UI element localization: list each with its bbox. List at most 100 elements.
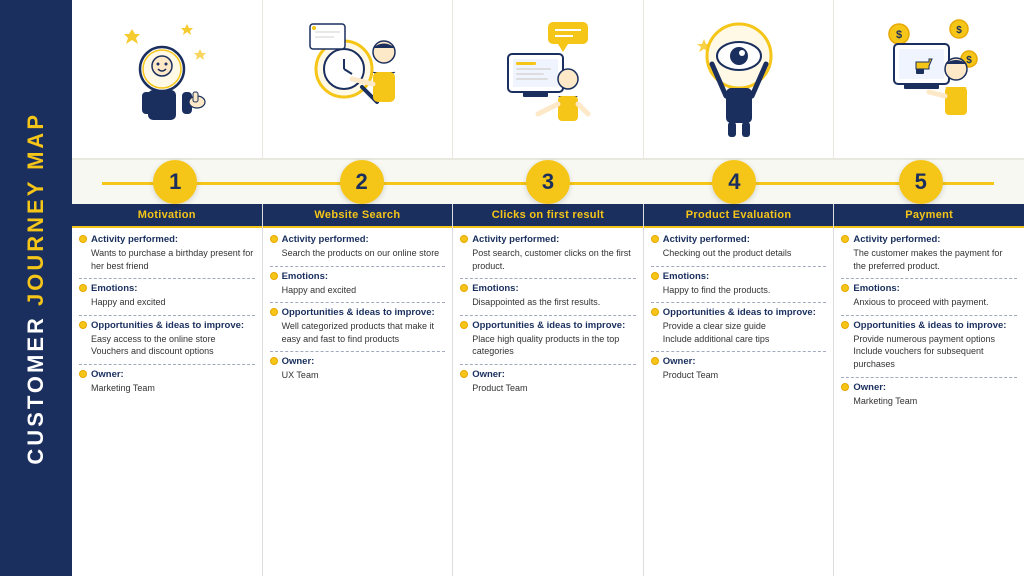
- col-5-owner-body: Marketing Team: [841, 395, 1017, 408]
- col-5-opportunities: Opportunities & ideas to improve: Provid…: [841, 320, 1017, 371]
- dot: [79, 321, 87, 329]
- col-2-owner-body: UX Team: [270, 369, 446, 382]
- col-5-activity: Activity performed: The customer makes t…: [841, 234, 1017, 272]
- step-5: 5: [899, 160, 943, 204]
- col-5-emotions-body: Anxious to proceed with payment.: [841, 296, 1017, 309]
- col-1-emotions: Emotions: Happy and excited: [79, 283, 255, 309]
- col-2-activity-body: Search the products on our online store: [270, 247, 446, 260]
- dot: [460, 370, 468, 378]
- dot: [841, 235, 849, 243]
- dot: [79, 284, 87, 292]
- col-4-opp-body: Provide a clear size guide Include addit…: [651, 320, 827, 345]
- dot: [460, 235, 468, 243]
- col-4-opportunities: Opportunities & ideas to improve: Provid…: [651, 307, 827, 345]
- col-1-emotions-title: Emotions:: [79, 283, 255, 294]
- col-2-emotions: Emotions: Happy and excited: [270, 271, 446, 297]
- step-4: 4: [712, 160, 756, 204]
- col-4-body: Activity performed: Checking out the pro…: [644, 228, 834, 576]
- column-1: Motivation Activity performed: Wants to …: [72, 204, 263, 576]
- col-2-header: Website Search: [263, 204, 453, 228]
- sidebar-label-journey: JOURNEY MAP: [23, 112, 48, 306]
- col-1-activity-body: Wants to purchase a birthday present for…: [79, 247, 255, 272]
- column-2: Website Search Activity performed: Searc…: [263, 204, 454, 576]
- col-2-opportunities: Opportunities & ideas to improve: Well c…: [270, 307, 446, 345]
- col-2-body: Activity performed: Search the products …: [263, 228, 453, 576]
- sidebar-label-customer: CUSTOMER: [23, 306, 48, 465]
- dot: [460, 321, 468, 329]
- col-3-opp-body: Place high quality products in the top c…: [460, 333, 636, 358]
- col-5-emotions: Emotions: Anxious to proceed with paymen…: [841, 283, 1017, 309]
- steps-row: 1 2 3 4 5: [72, 160, 1024, 204]
- col-2-opp-body: Well categorized products that make it e…: [270, 320, 446, 345]
- col-3-activity-body: Post search, customer clicks on the firs…: [460, 247, 636, 272]
- col-1-owner-title: Owner:: [79, 369, 255, 380]
- col-5-header: Payment: [834, 204, 1024, 228]
- col-3-header: Clicks on first result: [453, 204, 643, 228]
- col-3-body: Activity performed: Post search, custome…: [453, 228, 643, 576]
- col-1-owner-body: Marketing Team: [79, 382, 255, 395]
- col-2-emotions-body: Happy and excited: [270, 284, 446, 297]
- col-3-opportunities: Opportunities & ideas to improve: Place …: [460, 320, 636, 358]
- col-1-body: Activity performed: Wants to purchase a …: [72, 228, 262, 576]
- dot: [270, 308, 278, 316]
- column-3: Clicks on first result Activity performe…: [453, 204, 644, 576]
- step-1: 1: [153, 160, 197, 204]
- dot: [841, 321, 849, 329]
- illustrations-row: $ $ $: [72, 0, 1024, 160]
- dot: [460, 284, 468, 292]
- col-1-opportunities: Opportunities & ideas to improve: Easy a…: [79, 320, 255, 358]
- col-1-owner: Owner: Marketing Team: [79, 369, 255, 395]
- col-4-activity: Activity performed: Checking out the pro…: [651, 234, 827, 260]
- illustration-3: [453, 0, 644, 158]
- col-1-activity-title: Activity performed:: [79, 234, 255, 245]
- dot: [270, 357, 278, 365]
- col-3-owner: Owner: Product Team: [460, 369, 636, 395]
- dot: [651, 308, 659, 316]
- step-items: 1 2 3 4 5: [82, 160, 1014, 204]
- step-3: 3: [526, 160, 570, 204]
- col-2-activity: Activity performed: Search the products …: [270, 234, 446, 260]
- dot: [841, 383, 849, 391]
- step-2: 2: [340, 160, 384, 204]
- column-5: Payment Activity performed: The customer…: [834, 204, 1024, 576]
- col-5-body: Activity performed: The customer makes t…: [834, 228, 1024, 576]
- col-5-opp-body: Provide numerous payment options Include…: [841, 333, 1017, 371]
- col-3-emotions-body: Disappointed as the first results.: [460, 296, 636, 309]
- main-content: $ $ $: [72, 0, 1024, 576]
- svg-text:$: $: [896, 29, 902, 41]
- dot: [841, 284, 849, 292]
- col-3-activity: Activity performed: Post search, custome…: [460, 234, 636, 272]
- illustration-4: [644, 0, 835, 158]
- col-3-owner-body: Product Team: [460, 382, 636, 395]
- col-4-owner-body: Product Team: [651, 369, 827, 382]
- col-5-activity-body: The customer makes the payment for the p…: [841, 247, 1017, 272]
- col-4-emotions-body: Happy to find the products.: [651, 284, 827, 297]
- columns-row: Motivation Activity performed: Wants to …: [72, 204, 1024, 576]
- col-4-header: Product Evaluation: [644, 204, 834, 228]
- col-1-emotions-body: Happy and excited: [79, 296, 255, 309]
- col-5-owner: Owner: Marketing Team: [841, 382, 1017, 408]
- illustration-2: [263, 0, 454, 158]
- dot: [651, 357, 659, 365]
- dot: [651, 235, 659, 243]
- col-4-activity-body: Checking out the product details: [651, 247, 827, 260]
- illustration-1: [72, 0, 263, 158]
- col-1-activity: Activity performed: Wants to purchase a …: [79, 234, 255, 272]
- dot: [79, 235, 87, 243]
- dot: [270, 272, 278, 280]
- col-3-emotions: Emotions: Disappointed as the first resu…: [460, 283, 636, 309]
- dot: [651, 272, 659, 280]
- col-1-opp-title: Opportunities & ideas to improve:: [79, 320, 255, 331]
- column-4: Product Evaluation Activity performed: C…: [644, 204, 835, 576]
- dot: [79, 370, 87, 378]
- sidebar-title: CUSTOMER JOURNEY MAP: [24, 112, 48, 465]
- col-2-owner: Owner: UX Team: [270, 356, 446, 382]
- col-1-header: Motivation: [72, 204, 262, 228]
- col-1-opp-body: Easy access to the online store Vouchers…: [79, 333, 255, 358]
- svg-text:$: $: [966, 55, 972, 66]
- svg-text:$: $: [956, 25, 962, 36]
- dot: [270, 235, 278, 243]
- illustration-5: $ $ $: [834, 0, 1024, 158]
- col-4-emotions: Emotions: Happy to find the products.: [651, 271, 827, 297]
- col-4-owner: Owner: Product Team: [651, 356, 827, 382]
